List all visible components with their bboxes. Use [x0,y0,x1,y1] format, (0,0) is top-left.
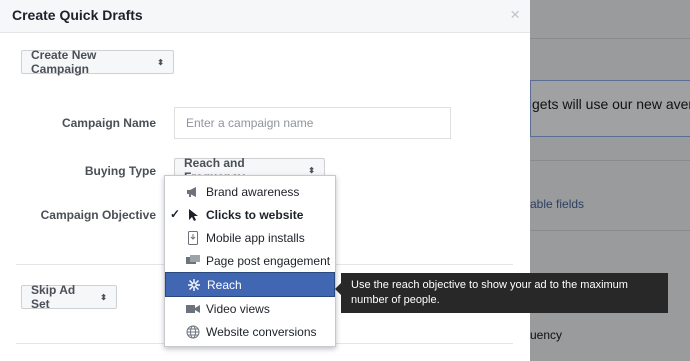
buying-type-label: Buying Type [84,164,156,178]
campaign-name-label: Campaign Name [61,116,156,130]
background-divider [530,38,690,39]
skip-ad-set-button[interactable]: Skip Ad Set ⬍ [21,283,117,311]
reach-tooltip: Use the reach objective to show your ad … [341,273,668,313]
skip-ad-set-label: Skip Ad Set [31,283,76,311]
menu-item-label: Reach [207,277,242,292]
background-link: able fields [530,197,585,211]
menu-item-brand-awareness[interactable]: Brand awareness [165,180,335,203]
background-frequency-text: uency [530,328,563,342]
menu-item-reach[interactable]: Reach [165,272,335,297]
sort-arrows-icon: ⬍ [100,292,107,302]
menu-item-label: Video views [206,301,270,316]
background-divider [530,230,690,231]
megaphone-icon [185,185,201,199]
create-new-campaign-label: Create New Campaign [31,48,97,76]
reach-icon [186,278,202,292]
menu-item-label: Clicks to website [206,207,304,222]
menu-item-mobile-app-installs[interactable]: Mobile app installs [165,226,335,249]
engagement-icon [185,254,201,268]
menu-item-video-views[interactable]: Video views [165,297,335,320]
menu-item-label: Brand awareness [206,184,300,199]
menu-item-label: Website conversions [206,324,317,339]
campaign-objective-label: Campaign Objective [40,208,156,222]
dialog-header: Create Quick Drafts × [0,0,530,33]
cursor-icon [185,208,201,222]
dialog-title: Create Quick Drafts [12,7,143,23]
mobile-app-icon [185,230,201,245]
sort-arrows-icon: ⬍ [157,57,164,67]
globe-icon [185,325,201,339]
create-new-campaign-button[interactable]: Create New Campaign ⬍ [21,48,174,76]
campaign-name-input[interactable]: Enter a campaign name [174,107,451,139]
menu-item-page-post-engagement[interactable]: Page post engagement [165,249,335,272]
video-camera-icon [185,302,201,316]
close-icon[interactable]: × [510,5,520,25]
checkmark-icon: ✓ [170,207,181,221]
menu-item-label: Mobile app installs [206,230,305,245]
menu-item-label: Page post engagement [206,253,331,268]
background-notice-text: gets will use our new avera [532,96,690,112]
menu-item-website-conversions[interactable]: Website conversions [165,320,335,343]
campaign-objective-menu: Brand awareness ✓ Clicks to website Mobi… [164,175,336,347]
sort-arrows-icon: ⬍ [308,165,315,175]
campaign-name-placeholder: Enter a campaign name [186,116,314,130]
background-divider [530,160,690,161]
menu-item-clicks-to-website[interactable]: ✓ Clicks to website [165,203,335,226]
